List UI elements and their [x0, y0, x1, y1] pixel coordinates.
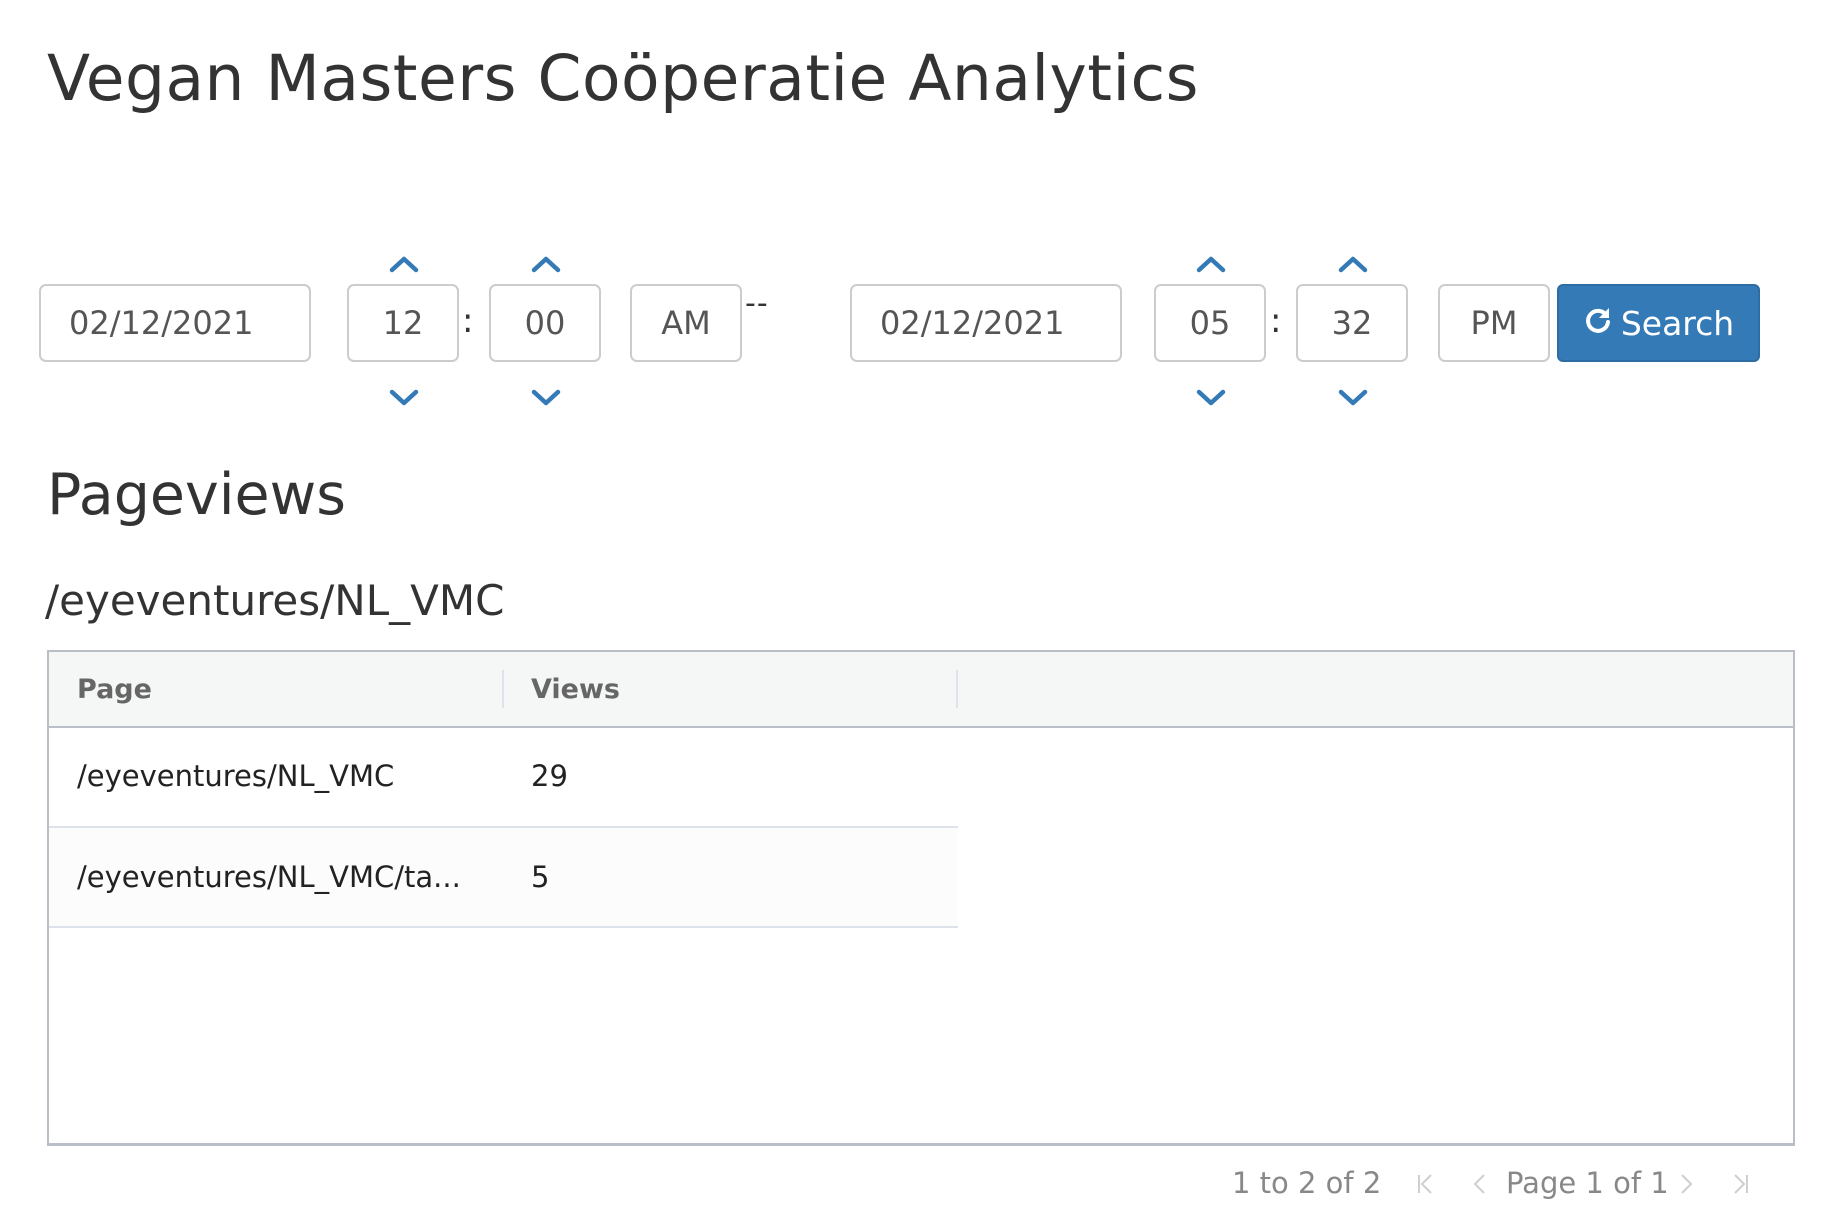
end-time-colon: : — [1270, 301, 1282, 341]
pagination-page-label: Page 1 of 1 — [1506, 1166, 1669, 1200]
range-separator: -- — [745, 286, 769, 321]
cell-views: 5 — [531, 860, 550, 894]
search-button[interactable]: Search — [1557, 284, 1760, 362]
section-title: Pageviews — [47, 462, 346, 528]
cell-page: /eyeventures/NL_VMC — [77, 759, 395, 793]
page-title: Vegan Masters Coöperatie Analytics — [47, 42, 1199, 115]
start-minute-input[interactable]: 00 — [489, 284, 601, 362]
next-page-icon[interactable] — [1670, 1168, 1702, 1200]
table-header: Page Views — [49, 652, 1793, 728]
last-page-icon[interactable] — [1724, 1168, 1756, 1200]
start-minute-up-icon[interactable] — [518, 246, 574, 282]
end-ampm-toggle[interactable]: PM — [1438, 284, 1550, 362]
start-time-colon: : — [462, 301, 474, 341]
start-hour-input[interactable]: 12 — [347, 284, 459, 362]
column-separator[interactable] — [502, 670, 504, 708]
column-header-views[interactable]: Views — [531, 652, 951, 726]
start-hour-down-icon[interactable] — [376, 380, 432, 416]
pagination-summary: 1 to 2 of 2 — [1232, 1166, 1382, 1200]
end-minute-up-icon[interactable] — [1325, 246, 1381, 282]
end-minute-down-icon[interactable] — [1325, 380, 1381, 416]
cell-page: /eyeventures/NL_VMC/ta... — [77, 860, 461, 894]
end-date-input[interactable]: 02/12/2021 — [850, 284, 1122, 362]
end-hour-down-icon[interactable] — [1183, 380, 1239, 416]
previous-page-icon[interactable] — [1464, 1168, 1496, 1200]
end-hour-up-icon[interactable] — [1183, 246, 1239, 282]
end-hour-input[interactable]: 05 — [1154, 284, 1266, 362]
table-row[interactable]: /eyeventures/NL_VMC 29 — [49, 726, 958, 828]
pageviews-table: Page Views /eyeventures/NL_VMC 29 /eyeve… — [47, 650, 1795, 1146]
column-separator[interactable] — [956, 670, 958, 708]
column-header-page[interactable]: Page — [77, 652, 497, 726]
table-row[interactable]: /eyeventures/NL_VMC/ta... 5 — [49, 828, 958, 928]
start-hour-up-icon[interactable] — [376, 246, 432, 282]
first-page-icon[interactable] — [1410, 1168, 1442, 1200]
end-minute-input[interactable]: 32 — [1296, 284, 1408, 362]
search-button-label: Search — [1620, 303, 1735, 343]
cell-views: 29 — [531, 759, 568, 793]
start-ampm-toggle[interactable]: AM — [630, 284, 742, 362]
start-minute-down-icon[interactable] — [518, 380, 574, 416]
start-date-input[interactable]: 02/12/2021 — [39, 284, 311, 362]
subsection-title: /eyeventures/NL_VMC — [45, 576, 505, 625]
refresh-icon — [1583, 304, 1613, 343]
